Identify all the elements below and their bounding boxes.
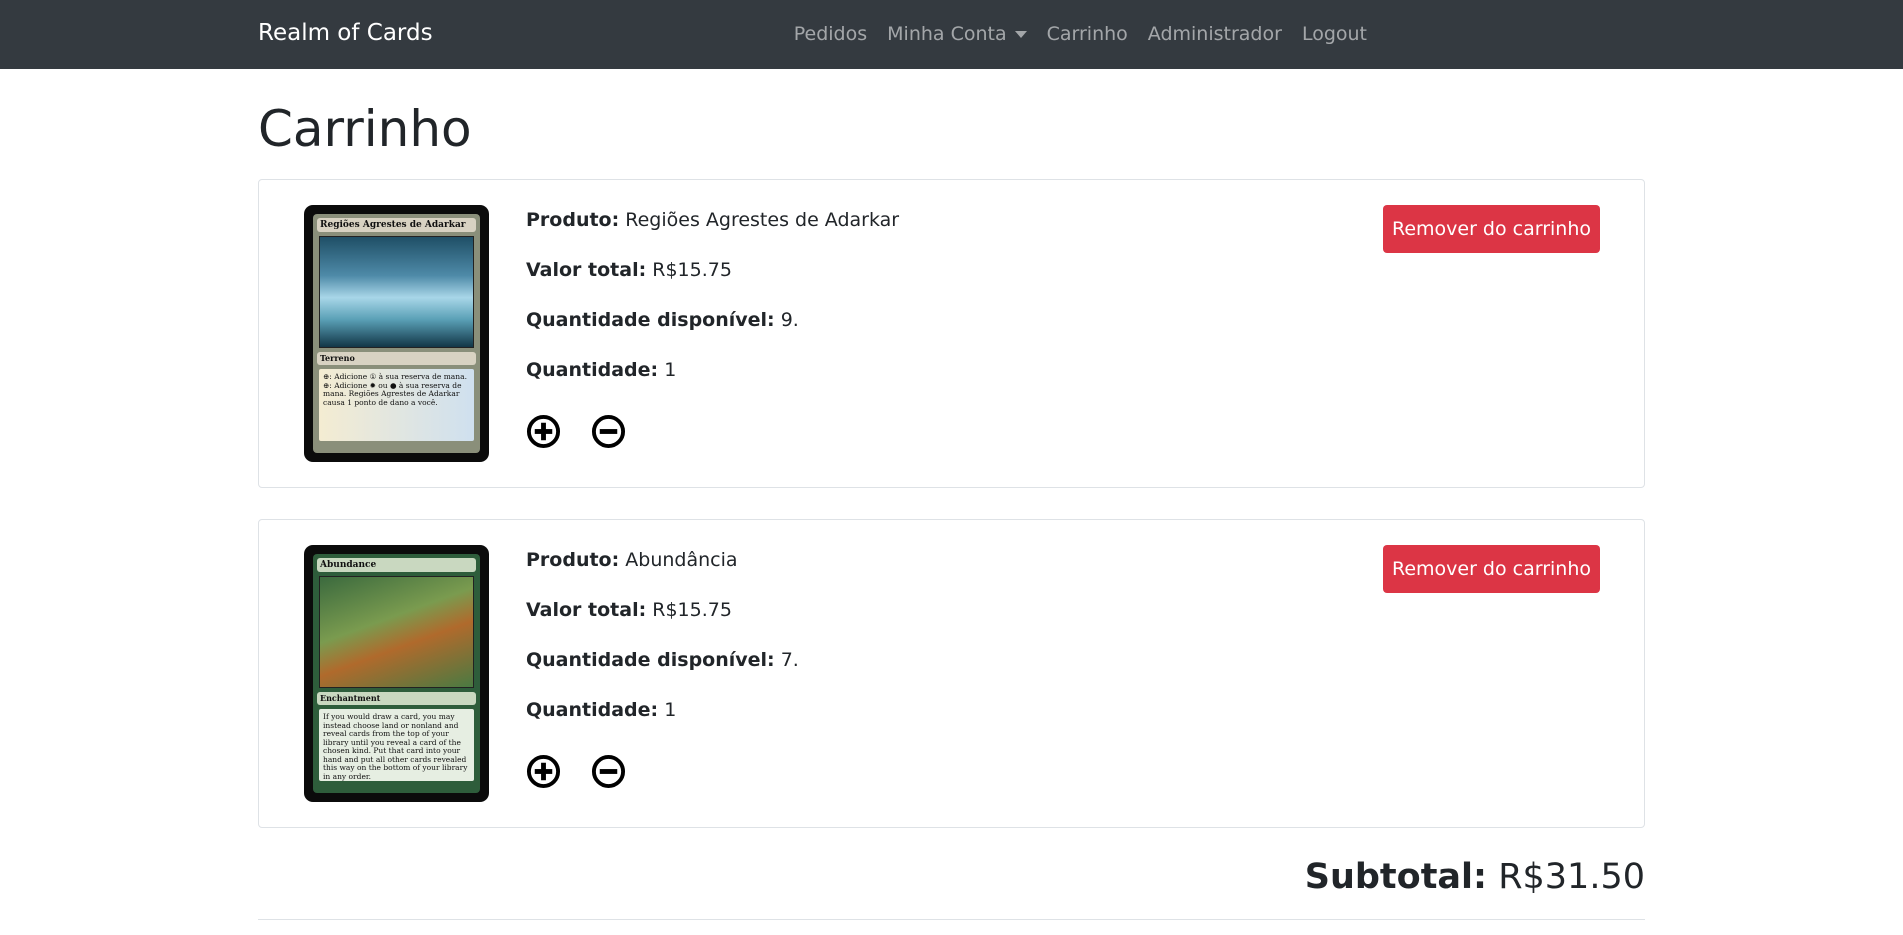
brand-link[interactable]: Realm of Cards xyxy=(258,20,433,46)
quantity-row: Quantidade: 1 xyxy=(526,698,799,748)
nav-administrador[interactable]: Administrador xyxy=(1148,23,1282,45)
item-info: Produto: Abundância Valor total: R$15.75… xyxy=(526,548,799,789)
page-title: Carrinho xyxy=(258,100,472,158)
nav-minha-conta-label: Minha Conta xyxy=(887,23,1007,45)
navbar: Realm of Cards Pedidos Minha Conta Carri… xyxy=(0,0,1903,69)
card-image-frame: Abundance Enchantment If you would draw … xyxy=(313,554,480,793)
product-label: Produto: xyxy=(526,209,620,231)
total-value-row: Valor total: R$15.75 xyxy=(526,258,899,308)
nav-carrinho[interactable]: Carrinho xyxy=(1047,23,1128,45)
card-image-frame: Regiões Agrestes de Adarkar Terreno ⊕: A… xyxy=(313,214,480,453)
card-image-title: Regiões Agrestes de Adarkar xyxy=(317,218,476,232)
card-image-art xyxy=(319,236,474,348)
remove-from-cart-button[interactable]: Remover do carrinho xyxy=(1383,545,1600,593)
card-image: Abundance Enchantment If you would draw … xyxy=(304,545,489,802)
total-value-label: Valor total: xyxy=(526,599,647,621)
minus-circle-icon[interactable] xyxy=(591,414,626,449)
nav-pedidos[interactable]: Pedidos xyxy=(794,23,867,45)
nav-logout[interactable]: Logout xyxy=(1302,23,1367,45)
quantity-label: Quantidade: xyxy=(526,699,659,721)
product-name: Regiões Agrestes de Adarkar xyxy=(625,209,900,231)
card-image-title: Abundance xyxy=(317,558,476,572)
plus-circle-icon[interactable] xyxy=(526,414,561,449)
available-label: Quantidade disponível: xyxy=(526,309,775,331)
divider xyxy=(258,919,1645,920)
cart-item: Abundance Enchantment If you would draw … xyxy=(258,519,1645,828)
subtotal: Subtotal: R$31.50 xyxy=(1305,857,1645,897)
product-label: Produto: xyxy=(526,549,620,571)
card-image-art xyxy=(319,576,474,688)
product-name: Abundância xyxy=(625,549,738,571)
total-value: R$15.75 xyxy=(652,259,732,281)
available-row: Quantidade disponível: 9. xyxy=(526,308,899,358)
plus-circle-icon[interactable] xyxy=(526,754,561,789)
card-image-text: ⊕: Adicione ① à sua reserva de mana. ⊕: … xyxy=(319,369,474,441)
product-row: Produto: Regiões Agrestes de Adarkar xyxy=(526,208,899,258)
quantity-controls xyxy=(526,754,799,789)
card-image-text: If you would draw a card, you may instea… xyxy=(319,709,474,781)
nav-minha-conta-dropdown[interactable]: Minha Conta xyxy=(887,23,1027,45)
card-image: Regiões Agrestes de Adarkar Terreno ⊕: A… xyxy=(304,205,489,462)
quantity-controls xyxy=(526,414,899,449)
total-value-row: Valor total: R$15.75 xyxy=(526,598,799,648)
remove-from-cart-button[interactable]: Remover do carrinho xyxy=(1383,205,1600,253)
subtotal-label: Subtotal: xyxy=(1304,857,1488,897)
available-value: 9. xyxy=(780,309,799,331)
total-value-label: Valor total: xyxy=(526,259,647,281)
card-image-type: Enchantment xyxy=(317,692,476,705)
subtotal-value: R$31.50 xyxy=(1498,857,1645,897)
available-value: 7. xyxy=(780,649,799,671)
card-image-type: Terreno xyxy=(317,352,476,365)
caret-down-icon xyxy=(1014,30,1027,38)
available-label: Quantidade disponível: xyxy=(526,649,775,671)
available-row: Quantidade disponível: 7. xyxy=(526,648,799,698)
product-row: Produto: Abundância xyxy=(526,548,799,598)
total-value: R$15.75 xyxy=(652,599,732,621)
quantity-row: Quantidade: 1 xyxy=(526,358,899,408)
cart-item: Regiões Agrestes de Adarkar Terreno ⊕: A… xyxy=(258,179,1645,488)
minus-circle-icon[interactable] xyxy=(591,754,626,789)
quantity-value: 1 xyxy=(664,699,677,721)
quantity-label: Quantidade: xyxy=(526,359,659,381)
quantity-value: 1 xyxy=(664,359,677,381)
nav-links: Pedidos Minha Conta Carrinho Administrad… xyxy=(794,23,1367,45)
item-info: Produto: Regiões Agrestes de Adarkar Val… xyxy=(526,208,899,449)
